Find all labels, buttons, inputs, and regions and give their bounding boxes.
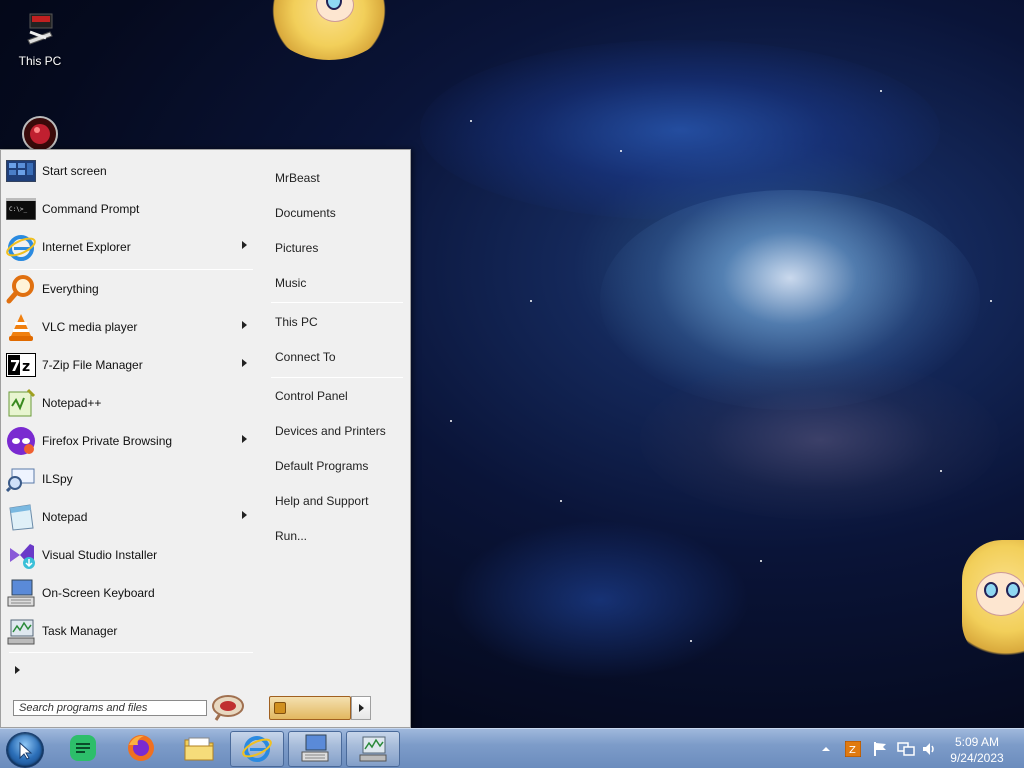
taskbar-on-screen-keyboard[interactable] bbox=[288, 731, 342, 767]
submenu-arrow-icon[interactable] bbox=[242, 511, 247, 519]
ie-icon bbox=[242, 733, 272, 766]
svg-text:C:\>_: C:\>_ bbox=[9, 206, 27, 213]
ie-icon bbox=[5, 231, 37, 263]
app-icon bbox=[20, 114, 60, 154]
menu-separator bbox=[271, 377, 403, 378]
action-center-flag-icon[interactable] bbox=[872, 741, 888, 757]
program-label: Everything bbox=[42, 282, 99, 296]
link-control-panel[interactable]: Control Panel bbox=[275, 389, 348, 403]
chat-icon bbox=[68, 733, 98, 766]
taskbar: Z 5:09 AM 9/24/2023 bbox=[0, 728, 1024, 768]
submenu-arrow-icon[interactable] bbox=[242, 435, 247, 443]
program-start-screen[interactable]: Start screen bbox=[5, 152, 255, 190]
tray-app-icon[interactable]: Z bbox=[844, 740, 862, 758]
link-connect-to[interactable]: Connect To bbox=[275, 350, 336, 364]
this-pc-icon bbox=[20, 10, 60, 50]
program-label: Internet Explorer bbox=[42, 240, 131, 254]
start-menu: Start screen C:\>_ Command Prompt Intern… bbox=[0, 149, 411, 728]
clock-date: 9/24/2023 bbox=[950, 751, 1004, 765]
search-input[interactable]: Search programs and files bbox=[13, 700, 207, 716]
link-music[interactable]: Music bbox=[275, 276, 306, 290]
link-default-programs[interactable]: Default Programs bbox=[275, 459, 368, 473]
firefox-private-icon bbox=[5, 425, 37, 457]
task-manager-icon bbox=[5, 615, 37, 647]
link-help-support[interactable]: Help and Support bbox=[275, 494, 368, 508]
submenu-arrow-icon[interactable] bbox=[242, 359, 247, 367]
program-vlc[interactable]: VLC media player bbox=[5, 308, 255, 346]
menu-separator bbox=[271, 302, 403, 303]
taskbar-task-manager[interactable] bbox=[346, 731, 400, 767]
program-task-manager[interactable]: Task Manager bbox=[5, 612, 255, 650]
search-icon[interactable] bbox=[210, 694, 246, 722]
submenu-arrow-icon[interactable] bbox=[242, 321, 247, 329]
vlc-icon bbox=[5, 311, 37, 343]
power-button[interactable] bbox=[269, 696, 351, 720]
clock-time: 5:09 AM bbox=[954, 735, 1000, 749]
program-7zip[interactable]: 7z 7-Zip File Manager bbox=[5, 346, 255, 384]
start-button[interactable] bbox=[6, 732, 44, 768]
notepad-icon bbox=[5, 501, 37, 533]
firefox-icon bbox=[126, 733, 156, 766]
program-label: Notepad bbox=[42, 510, 88, 524]
show-hidden-icons-chevron-icon[interactable] bbox=[820, 743, 836, 759]
vs-installer-icon bbox=[5, 539, 37, 571]
program-label: On-Screen Keyboard bbox=[42, 586, 155, 600]
program-ilspy[interactable]: ILSpy bbox=[5, 460, 255, 498]
program-label: Notepad++ bbox=[42, 396, 102, 410]
start-screen-icon bbox=[5, 155, 37, 187]
start-menu-programs: Start screen C:\>_ Command Prompt Intern… bbox=[1, 150, 261, 727]
volume-icon[interactable] bbox=[921, 741, 937, 757]
program-label: Firefox Private Browsing bbox=[42, 434, 173, 448]
link-run[interactable]: Run... bbox=[275, 529, 307, 543]
taskbar-internet-explorer[interactable] bbox=[230, 731, 284, 767]
7zip-icon: 7z bbox=[5, 349, 37, 381]
program-label: Visual Studio Installer bbox=[42, 548, 158, 562]
program-label: VLC media player bbox=[42, 320, 138, 334]
taskbar-file-explorer[interactable] bbox=[172, 731, 226, 767]
program-label: Task Manager bbox=[42, 624, 118, 638]
link-documents[interactable]: Documents bbox=[275, 206, 336, 220]
desktop-icon-this-pc[interactable]: This PC bbox=[10, 10, 70, 68]
program-notepadpp[interactable]: Notepad++ bbox=[5, 384, 255, 422]
menu-separator bbox=[9, 652, 253, 653]
svg-text:z: z bbox=[22, 359, 30, 375]
keyboard-icon bbox=[5, 577, 37, 609]
notepadpp-icon bbox=[5, 387, 37, 419]
program-label: ILSpy bbox=[42, 472, 73, 486]
all-programs-arrow-icon[interactable] bbox=[15, 666, 20, 674]
start-menu-places: MrBeast Documents Pictures Music This PC… bbox=[263, 150, 411, 727]
taskbar-clock[interactable]: 5:09 AM 9/24/2023 bbox=[942, 734, 1012, 766]
program-vs-installer[interactable]: Visual Studio Installer bbox=[5, 536, 255, 574]
svg-text:Z: Z bbox=[849, 745, 856, 756]
program-internet-explorer[interactable]: Internet Explorer bbox=[5, 228, 255, 266]
taskbar-chat[interactable] bbox=[56, 731, 110, 767]
program-notepad[interactable]: Notepad bbox=[5, 498, 255, 536]
link-this-pc[interactable]: This PC bbox=[275, 315, 318, 329]
task-manager-icon bbox=[358, 733, 388, 766]
ilspy-icon bbox=[5, 463, 37, 495]
svg-text:7: 7 bbox=[10, 357, 20, 375]
program-firefox-private[interactable]: Firefox Private Browsing bbox=[5, 422, 255, 460]
program-label: 7-Zip File Manager bbox=[42, 358, 143, 372]
taskbar-firefox[interactable] bbox=[114, 731, 168, 767]
desktop-icon-label: This PC bbox=[18, 54, 62, 68]
program-label: Command Prompt bbox=[42, 202, 140, 216]
program-on-screen-keyboard[interactable]: On-Screen Keyboard bbox=[5, 574, 255, 612]
program-label: Start screen bbox=[42, 164, 107, 178]
program-everything[interactable]: Everything bbox=[5, 270, 255, 308]
everything-icon bbox=[5, 273, 37, 305]
link-devices-printers[interactable]: Devices and Printers bbox=[275, 424, 386, 438]
sticker-character-top bbox=[268, 0, 390, 60]
folder-icon bbox=[183, 734, 215, 765]
network-icon[interactable] bbox=[897, 741, 915, 757]
keyboard-icon bbox=[300, 733, 330, 766]
cmd-icon: C:\>_ bbox=[5, 193, 37, 225]
link-pictures[interactable]: Pictures bbox=[275, 241, 318, 255]
program-command-prompt[interactable]: C:\>_ Command Prompt bbox=[5, 190, 255, 228]
power-icon bbox=[274, 702, 286, 714]
power-options-arrow[interactable] bbox=[351, 696, 371, 720]
submenu-arrow-icon[interactable] bbox=[242, 241, 247, 249]
link-user-folder[interactable]: MrBeast bbox=[275, 171, 320, 185]
sticker-character-right bbox=[962, 540, 1024, 662]
